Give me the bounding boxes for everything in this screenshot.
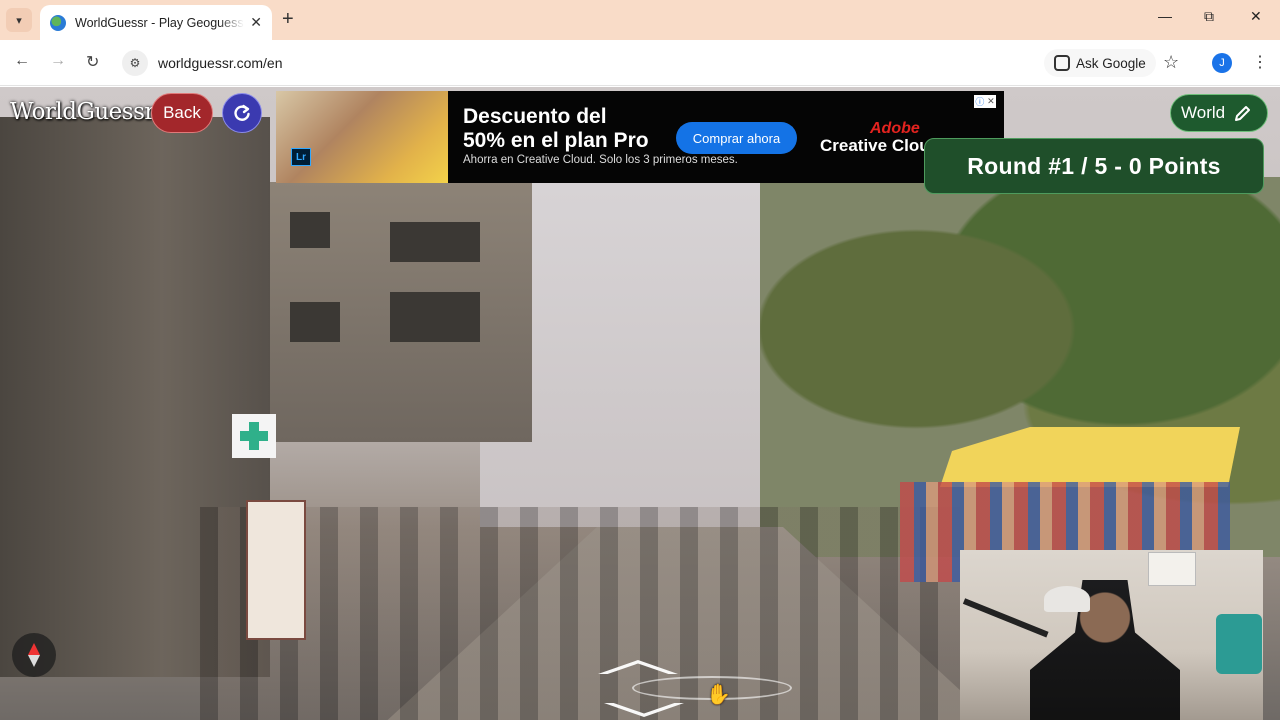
new-tab-button[interactable]: + bbox=[282, 9, 294, 29]
browser-tab[interactable]: WorldGuessr - Play Geoguessr Free ✕ bbox=[40, 5, 272, 40]
ad-cta-button[interactable]: Comprar ahora bbox=[676, 122, 797, 154]
minimize-icon[interactable]: — bbox=[1158, 8, 1172, 24]
bookmark-star-icon[interactable]: ☆ bbox=[1163, 52, 1179, 73]
ad-banner[interactable]: Lr Descuento del 50% en el plan Pro Ahor… bbox=[276, 91, 1004, 183]
site-settings-icon[interactable]: ⚙ bbox=[122, 50, 148, 76]
lightroom-badge: Lr bbox=[291, 148, 311, 166]
lens-icon bbox=[1054, 55, 1070, 71]
game-logo[interactable]: WorldGuessr bbox=[10, 99, 155, 125]
back-button[interactable]: Back bbox=[151, 93, 213, 133]
close-tab-icon[interactable]: ✕ bbox=[250, 14, 262, 31]
ad-choices-icon[interactable]: ⓘ ✕ bbox=[974, 95, 996, 108]
shop-sign bbox=[246, 500, 306, 640]
ad-image: Lr bbox=[276, 91, 448, 183]
cap bbox=[1044, 586, 1090, 612]
tab-search-button[interactable]: ▾ bbox=[6, 8, 32, 32]
ad-headline: Descuento del 50% en el plan Pro bbox=[463, 105, 649, 152]
hand-cursor-icon: ✋ bbox=[706, 684, 731, 706]
window-close-icon[interactable]: ✕ bbox=[1250, 8, 1262, 25]
webcam-overlay bbox=[960, 550, 1263, 720]
forward-arrow-icon[interactable]: → bbox=[50, 52, 66, 70]
more-menu-icon[interactable]: ⋮ bbox=[1252, 52, 1268, 72]
pencil-icon bbox=[1235, 106, 1251, 121]
microphone-arm bbox=[962, 598, 1049, 638]
globe-icon bbox=[50, 14, 66, 31]
ad-subtext: Ahorra en Creative Cloud. Solo los 3 pri… bbox=[463, 154, 738, 166]
ask-google-button[interactable]: Ask Google bbox=[1044, 49, 1156, 77]
round-status: Round #1 / 5 - 0 Points bbox=[924, 138, 1264, 194]
browser-tab-bar: ▾ WorldGuessr - Play Geoguessr Free ✕ + … bbox=[0, 0, 1280, 40]
refresh-button[interactable] bbox=[222, 93, 262, 133]
map-mode-label: World bbox=[1181, 103, 1226, 122]
tab-title: WorldGuessr - Play Geoguessr Free bbox=[75, 15, 245, 30]
reload-icon[interactable]: ↻ bbox=[86, 52, 99, 72]
ad-brand-product: Creative Cloud bbox=[820, 136, 940, 155]
compass-icon[interactable] bbox=[12, 633, 56, 677]
chair bbox=[1216, 614, 1262, 674]
back-arrow-icon[interactable]: ← bbox=[14, 52, 30, 70]
pharmacy-sign bbox=[232, 414, 276, 458]
building-middle bbox=[270, 182, 532, 442]
ask-google-label: Ask Google bbox=[1076, 55, 1146, 71]
refresh-icon bbox=[234, 104, 250, 121]
wall-note bbox=[1148, 552, 1196, 586]
chevron-down-icon: ▾ bbox=[16, 14, 22, 27]
address-bar[interactable]: ⚙ worldguessr.com/en bbox=[118, 46, 1198, 80]
map-mode-button[interactable]: World bbox=[1170, 94, 1268, 132]
url-text: worldguessr.com/en bbox=[158, 55, 283, 71]
profile-avatar[interactable]: J bbox=[1212, 53, 1232, 73]
restore-icon[interactable]: ⧉ bbox=[1204, 8, 1214, 25]
street-crowd bbox=[200, 507, 960, 720]
